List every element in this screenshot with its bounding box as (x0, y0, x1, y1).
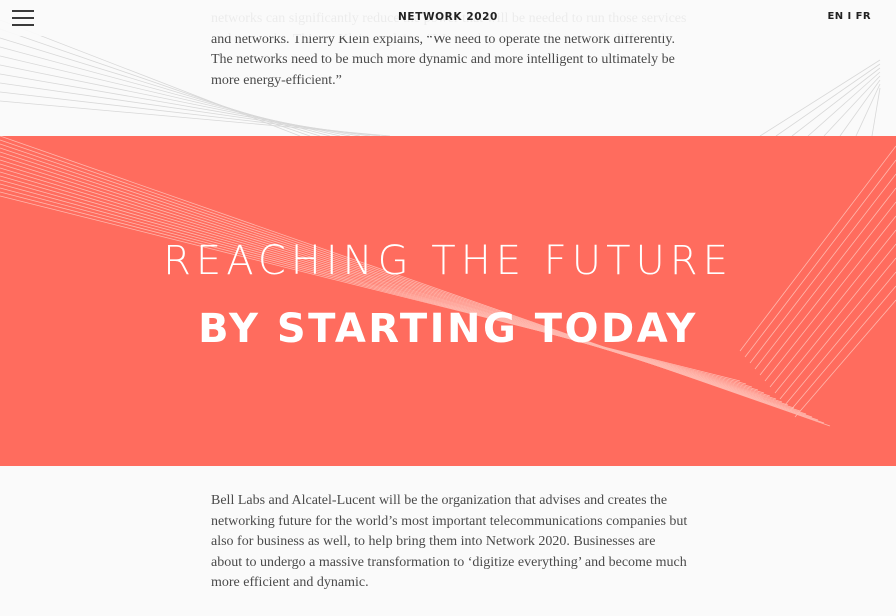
page: networks can significantly reduce the po… (0, 0, 896, 616)
lang-en-link[interactable]: EN (828, 11, 844, 22)
decorative-line (775, 63, 881, 137)
language-switcher: EN I FR (828, 11, 871, 22)
body-paragraph: Bell Labs and Alcatel-Lucent will be the… (211, 493, 688, 590)
decorative-line (0, 163, 789, 406)
top-header: NETWORK 2020 EN I FR (0, 0, 896, 36)
decorative-line (0, 179, 765, 394)
site-title: NETWORK 2020 (398, 11, 498, 23)
decorative-line (791, 67, 881, 137)
decorative-line (0, 175, 771, 397)
hero-headline-line1: REACHING THE FUTURE (163, 238, 733, 284)
hero-headline-line2: BY STARTING TODAY (198, 306, 698, 352)
decorative-line (0, 167, 783, 403)
decorative-line (0, 91, 381, 137)
hero-banner: REACHING THE FUTURE BY STARTING TODAY (0, 136, 896, 466)
decorative-line (823, 75, 881, 137)
lang-separator: I (847, 11, 852, 22)
decorative-line (807, 71, 881, 137)
decorative-line (0, 191, 747, 385)
decorative-line (871, 87, 881, 137)
lang-fr-link[interactable]: FR (856, 11, 871, 22)
decorative-line (0, 183, 759, 391)
decorative-line (855, 83, 881, 137)
decorative-line (0, 100, 391, 137)
decorative-line (0, 171, 777, 400)
decorative-line (0, 187, 753, 388)
decorative-line (759, 59, 881, 137)
decorative-line (839, 79, 881, 137)
decorative-lines-hero (0, 136, 896, 427)
decorative-line (0, 195, 741, 382)
